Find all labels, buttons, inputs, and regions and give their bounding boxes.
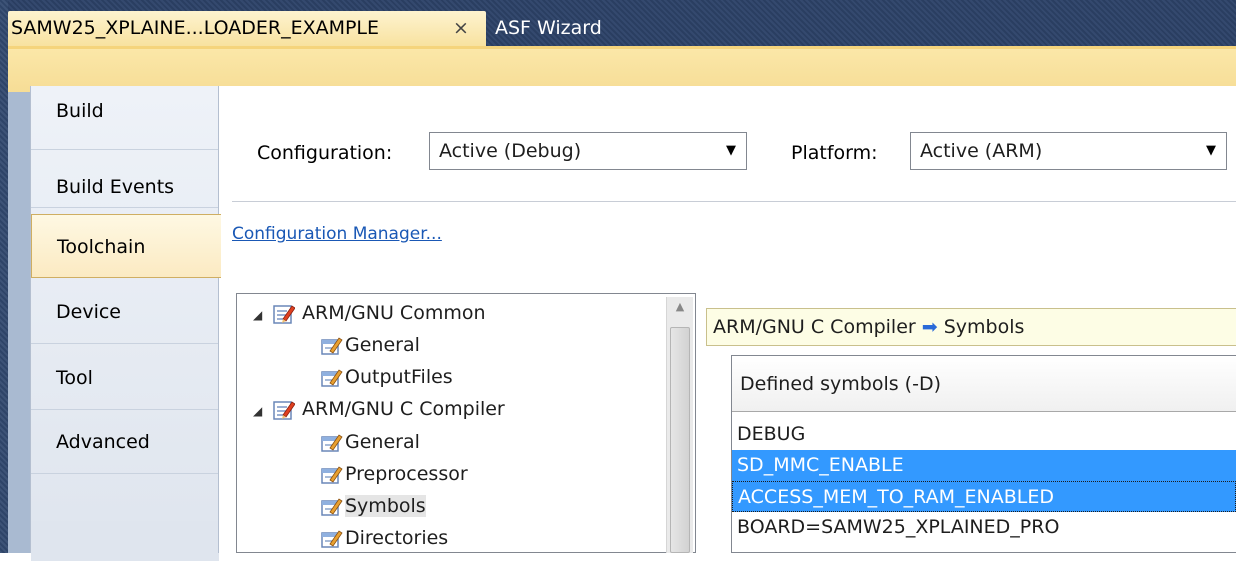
asf-wizard-tab[interactable]: ASF Wizard [495,11,602,46]
tree-scrollbar[interactable]: ▲ [666,297,693,553]
property-page-icon [321,336,343,355]
tree-label: General [345,334,420,356]
document-tab-strip: SAMW25_XPLAINE...LOADER_EXAMPLE × ASF Wi… [8,0,1236,46]
sidebar-item-advanced[interactable]: Advanced [31,410,219,474]
property-page-icon [321,529,343,548]
sidebar-item-label: Build [56,100,104,122]
breadcrumb-section: ARM/GNU C Compiler [713,316,916,338]
sidebar-item-label: Advanced [56,431,150,453]
property-page-icon [321,497,343,516]
separator [232,201,1236,202]
sidebar-item-label: Toolchain [57,236,146,258]
configuration-manager-link[interactable]: Configuration Manager... [232,224,442,244]
defined-symbols-list: Defined symbols (-D) DEBUG SD_MMC_ENABLE… [731,355,1236,553]
settings-tree: ◢ ARM/GNU Common General OutputFiles ◢ A… [236,293,696,553]
configuration-label: Configuration: [257,142,393,164]
property-page-icon [321,433,343,452]
sidebar-item-device[interactable]: Device [31,280,219,344]
tree-group-arm-gnu-c-compiler[interactable]: ◢ ARM/GNU C Compiler [253,393,505,425]
list-item[interactable]: BOARD=SAMW25_XPLAINED_PRO [732,512,1236,543]
sidebar-item-tool[interactable]: Tool [31,346,219,410]
property-page-tabs: Build Build Events Toolchain Device Tool… [30,86,221,561]
tree-label: Directories [345,527,449,549]
breadcrumb-page: Symbols [943,316,1025,338]
project-tab[interactable]: SAMW25_XPLAINE...LOADER_EXAMPLE × [8,11,486,46]
tree-item-general[interactable]: General [321,426,420,458]
list-item[interactable]: DEBUG [732,419,1236,450]
scroll-up-icon[interactable]: ▲ [667,300,693,313]
sidebar-item-build[interactable]: Build [31,86,219,150]
close-tab-icon[interactable]: × [453,11,469,46]
sidebar-item-toolchain[interactable]: Toolchain [31,214,221,278]
defined-symbols-header: Defined symbols (-D) [732,356,1236,412]
tree-item-outputfiles[interactable]: OutputFiles [321,361,453,393]
window-edge [0,0,8,553]
list-item[interactable]: SD_MMC_ENABLE [732,450,1236,481]
breadcrumb: ARM/GNU C Compiler ➡ Symbols [706,308,1236,346]
properties-icon [273,304,296,324]
tree-item-preprocessor[interactable]: Preprocessor [321,458,468,490]
tree-label: Symbols [345,495,426,517]
collapse-triangle-icon[interactable]: ◢ [253,299,267,331]
tree-label: Preprocessor [345,463,468,485]
tree-item-symbols[interactable]: Symbols [321,490,426,522]
project-tab-label: SAMW25_XPLAINE...LOADER_EXAMPLE [11,17,380,39]
tree-label: ARM/GNU Common [302,302,486,324]
collapse-triangle-icon[interactable]: ◢ [253,395,267,427]
property-page-icon [321,368,343,387]
chevron-down-icon: ▼ [1206,143,1216,158]
arrow-right-icon: ➡ [921,316,938,338]
platform-dropdown[interactable]: Active (ARM) ▼ [910,132,1227,170]
configuration-dropdown[interactable]: Active (Debug) ▼ [429,132,747,170]
sidebar-item-label: Build Events [56,176,175,198]
scroll-thumb[interactable] [670,327,690,553]
chevron-down-icon: ▼ [726,143,736,158]
platform-label: Platform: [791,142,878,164]
configuration-value: Active (Debug) [439,140,582,162]
sidebar-item-label: Device [56,301,121,323]
sidebar-item-label: Tool [56,367,93,389]
tree-label: OutputFiles [345,366,453,388]
tabs-footer [31,521,219,561]
properties-icon [273,400,296,420]
list-item[interactable]: ACCESS_MEM_TO_RAM_ENABLED [732,481,1236,512]
sidebar-item-build-events[interactable]: Build Events [31,150,219,208]
tree-label: ARM/GNU C Compiler [302,398,505,420]
tree-group-arm-gnu-common[interactable]: ◢ ARM/GNU Common [253,297,486,329]
platform-value: Active (ARM) [920,140,1043,162]
tree-item-general[interactable]: General [321,329,420,361]
tree-label: General [345,431,420,453]
tree-item-directories[interactable]: Directories [321,522,449,552]
property-page-icon [321,465,343,484]
